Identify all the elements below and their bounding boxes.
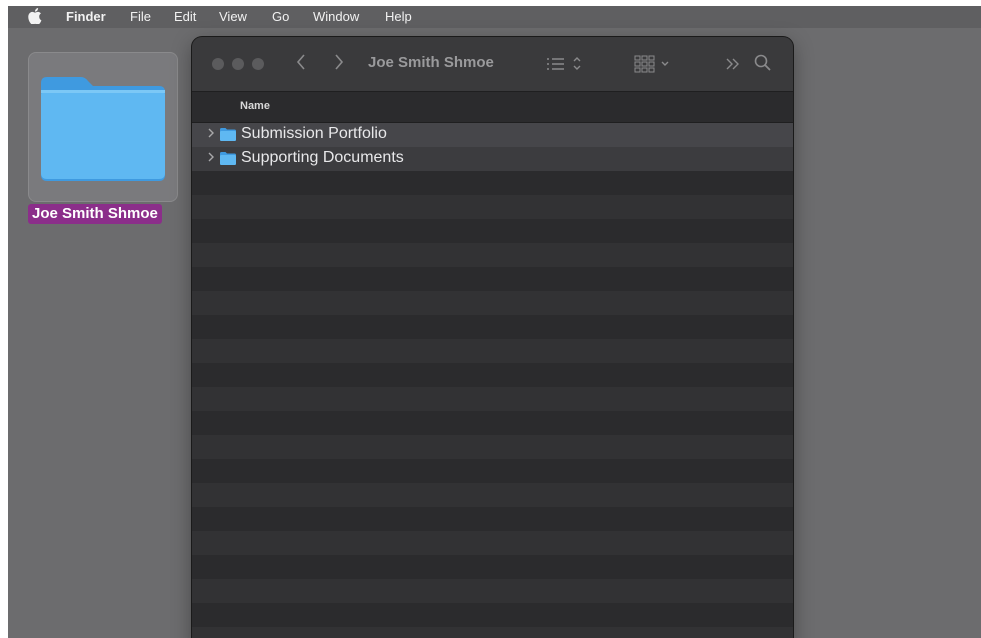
menu-window[interactable]: Window [313,9,359,25]
list-stripe [192,459,793,483]
search-button[interactable] [754,54,772,77]
finder-window[interactable]: Joe Smith Shmoe Name Submission Portfoli… [192,37,793,638]
list-stripe [192,267,793,291]
menu-edit[interactable]: Edit [174,9,196,25]
menu-finder[interactable]: Finder [66,9,106,25]
list-item-label: Supporting Documents [241,149,404,166]
chevron-left-icon [296,54,305,70]
menu-help[interactable]: Help [385,9,412,25]
folder-icon [41,77,165,181]
desktop-folder[interactable]: Joe Smith Shmoe [28,52,178,228]
list-stripe [192,411,793,435]
view-options-button[interactable] [546,55,586,78]
list-stripe [192,315,793,339]
list-item[interactable]: Submission Portfolio [192,123,793,147]
list-stripe [192,387,793,411]
menu-view[interactable]: View [219,9,247,25]
list-stripe [192,243,793,267]
file-list: Submission Portfolio Supporting Document… [192,123,793,638]
chevron-right-icon [335,54,344,70]
list-stripe [192,363,793,387]
list-stripe [192,579,793,603]
forward-button[interactable] [334,53,344,76]
menu-bar: Finder File Edit View Go Window Help [8,6,981,28]
list-stripe [192,219,793,243]
desktop-folder-label[interactable]: Joe Smith Shmoe [28,204,162,224]
list-view-icon [547,57,581,70]
double-chevron-right-icon [726,58,739,70]
list-stripe [192,195,793,219]
menu-file[interactable]: File [130,9,151,25]
folder-icon [220,128,236,146]
list-stripe [192,555,793,579]
list-stripe [192,603,793,627]
window-title: Joe Smith Shmoe [368,54,494,71]
apple-icon[interactable] [28,8,42,25]
group-button[interactable] [634,54,674,79]
more-toolbar-button[interactable] [725,56,741,77]
column-header-name[interactable]: Name [240,100,270,112]
folder-icon [220,152,236,170]
window-toolbar: Joe Smith Shmoe [192,37,793,92]
disclosure-chevron-icon[interactable] [207,150,215,167]
zoom-button[interactable] [252,58,264,70]
disclosure-chevron-icon[interactable] [207,126,215,143]
close-button[interactable] [212,58,224,70]
grid-icon [634,55,669,73]
search-icon [754,54,771,71]
list-stripe [192,531,793,555]
list-stripe [192,627,793,638]
minimize-button[interactable] [232,58,244,70]
list-stripe [192,483,793,507]
list-stripe [192,291,793,315]
list-item-label: Submission Portfolio [241,125,387,142]
back-button[interactable] [296,53,306,76]
list-stripe [192,171,793,195]
menu-go[interactable]: Go [272,9,289,25]
desktop: Finder File Edit View Go Window Help Joe… [8,6,981,638]
list-stripe [192,435,793,459]
list-item[interactable]: Supporting Documents [192,147,793,171]
list-stripe [192,507,793,531]
list-stripe [192,339,793,363]
column-header: Name [192,92,793,123]
desktop-folder-selection [28,52,178,202]
